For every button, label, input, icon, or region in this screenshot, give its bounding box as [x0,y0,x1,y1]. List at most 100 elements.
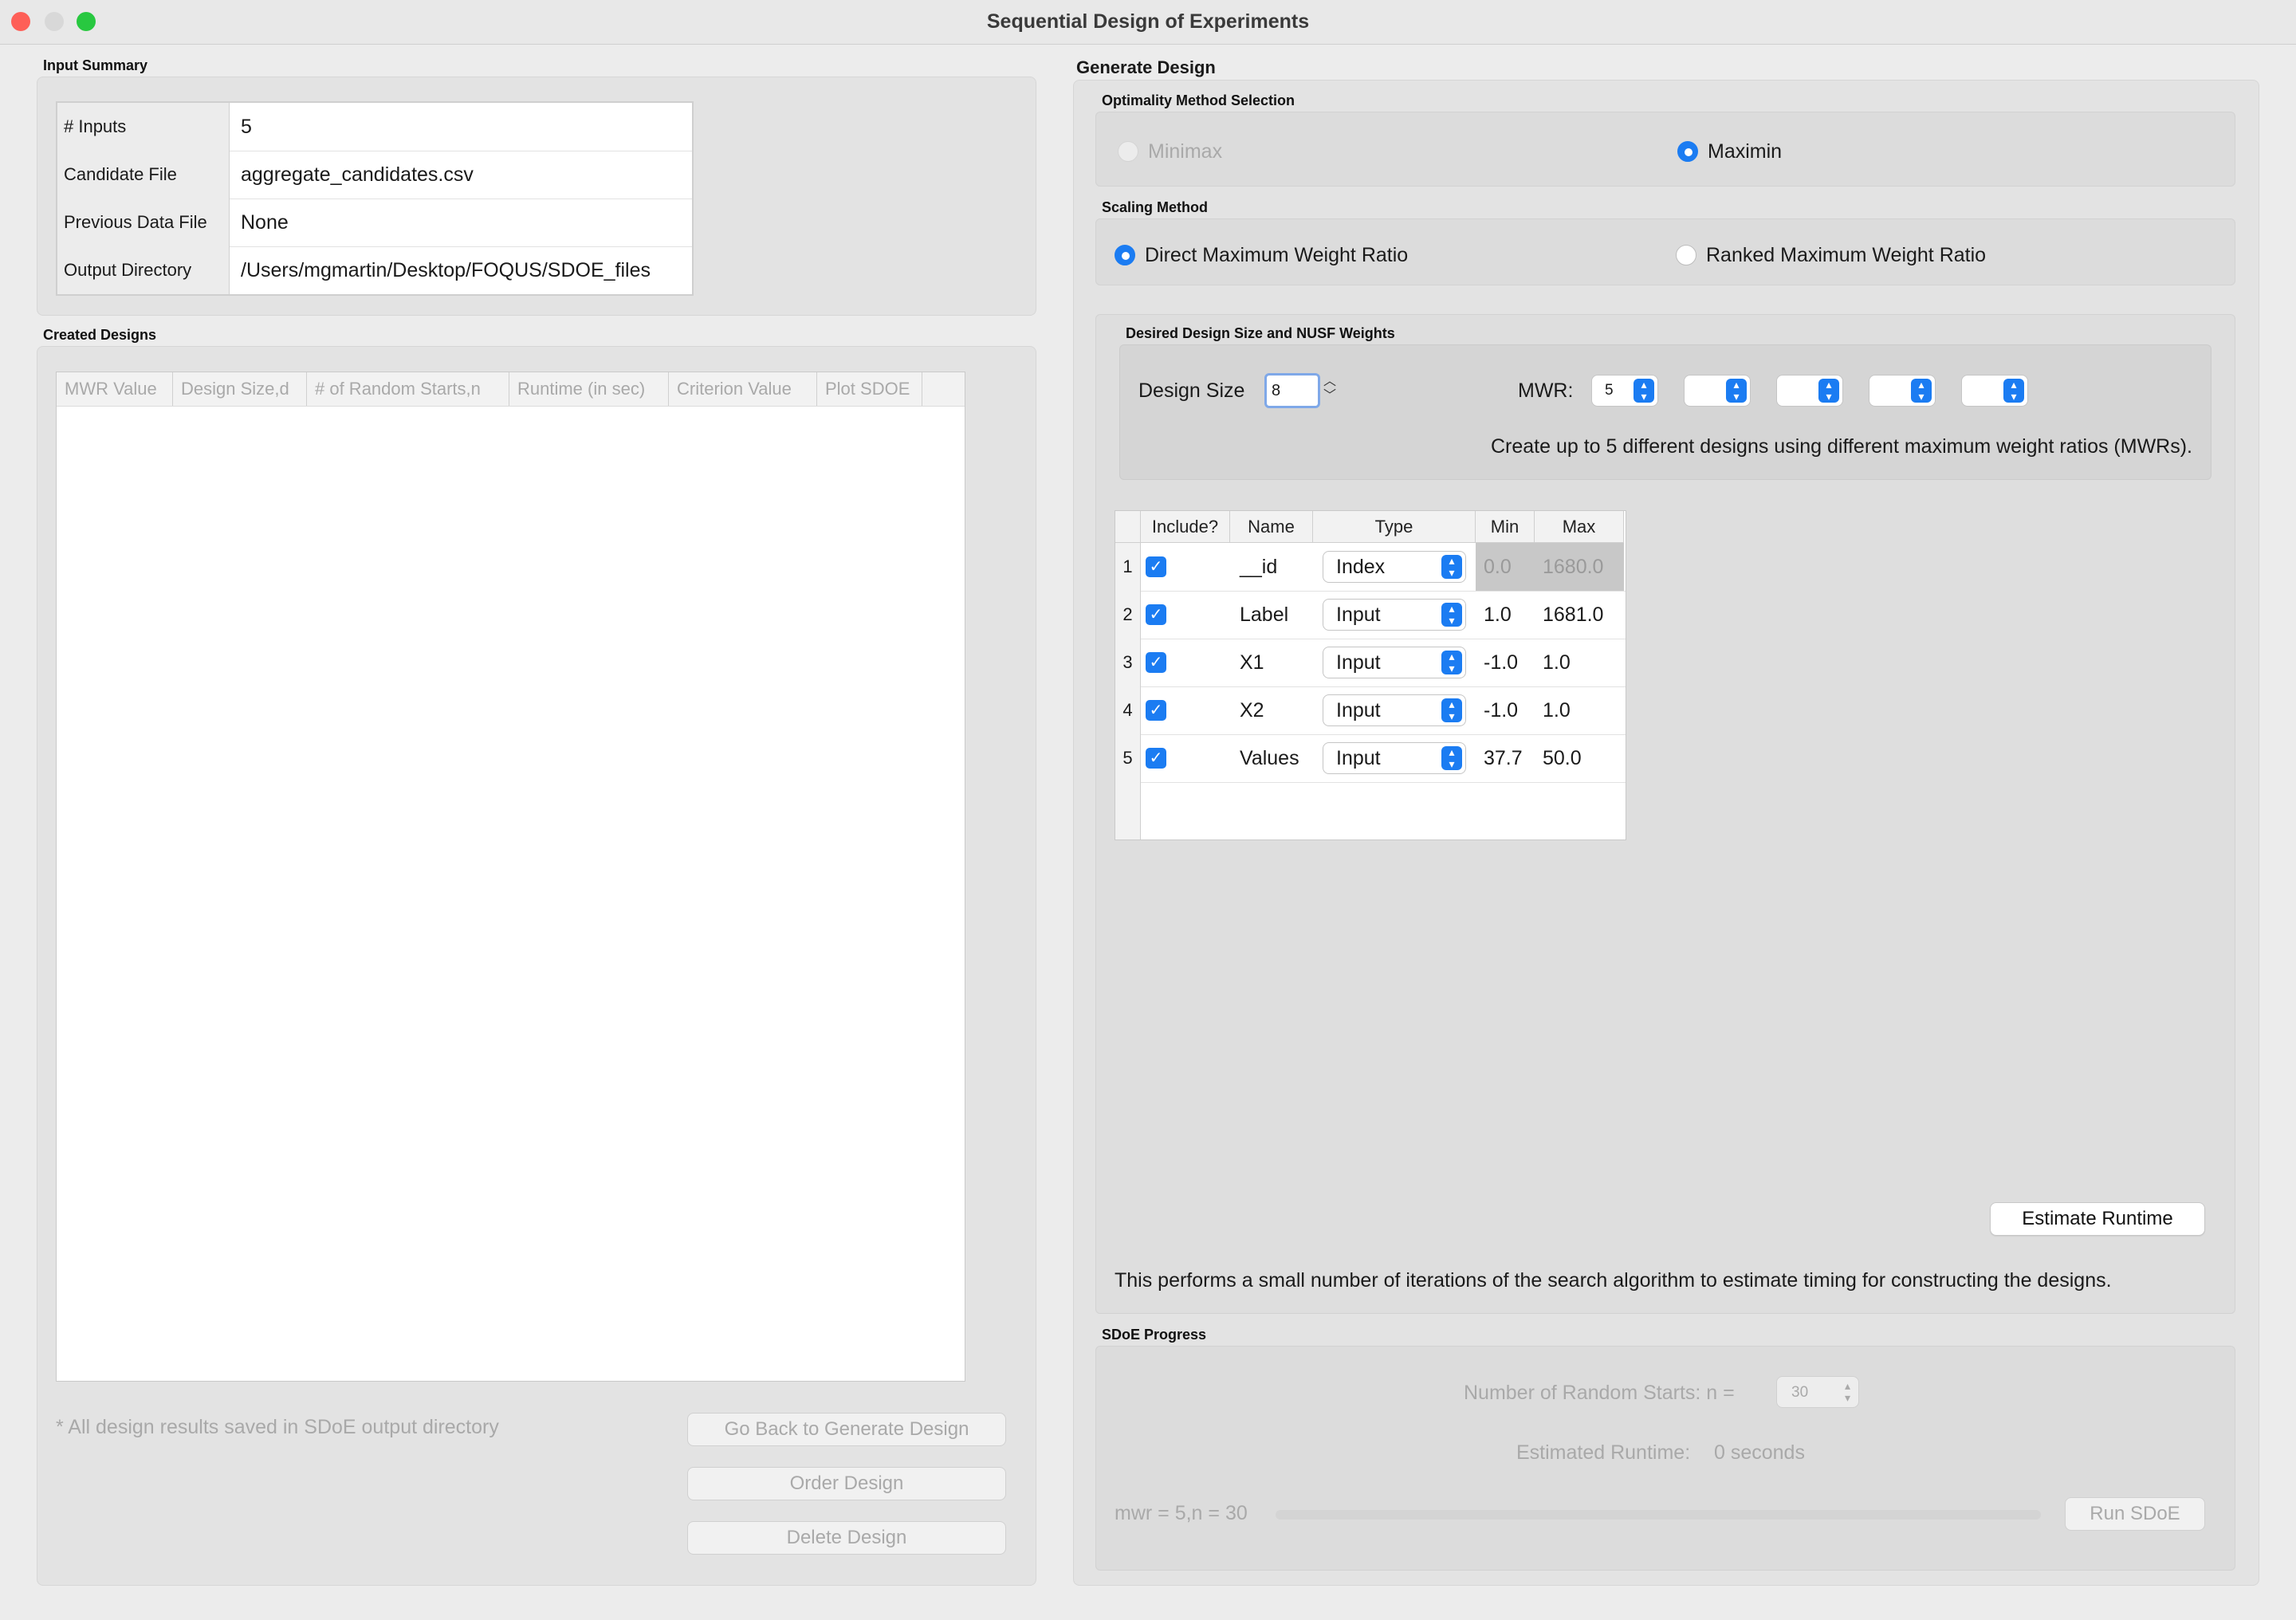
ranked-mwr-radio[interactable] [1676,245,1696,265]
col-runtime[interactable]: Runtime (in sec) [509,372,669,406]
design-size-stepper[interactable]: ︿ ﹀ [1323,375,1336,403]
maximin-label: Maximin [1708,140,1783,163]
chevron-updown-icon: ▴ ▾ [1911,379,1932,403]
variable-max[interactable]: 1.0 [1543,639,1571,686]
summary-value[interactable]: None [241,199,289,246]
type-select[interactable]: Input ▴ ▾ [1323,647,1466,678]
variable-name[interactable]: X2 [1240,686,1264,734]
mwr-select-4[interactable]: ▴ ▾ [1869,375,1936,407]
summary-value[interactable]: aggregate_candidates.csv [241,151,474,199]
estimated-runtime-label: Estimated Runtime: [1516,1441,1691,1464]
design-size-panel [1119,344,2211,480]
summary-row-inputs: # Inputs 5 [57,103,692,151]
summary-value[interactable]: /Users/mgmartin/Desktop/FOQUS/SDOE_files [241,246,651,294]
variable-name[interactable]: Values [1240,734,1299,782]
include-checkbox[interactable]: ✓ [1146,604,1166,625]
go-back-to-generate-design-button[interactable]: Go Back to Generate Design [687,1413,1006,1446]
estimated-runtime-value: 0 seconds [1714,1441,1805,1464]
col-min[interactable]: Min [1476,511,1535,543]
window-title: Sequential Design of Experiments [986,10,1310,33]
row-number: 4 [1115,686,1141,734]
col-design-size[interactable]: Design Size,d [173,372,307,406]
col-name[interactable]: Name [1230,511,1313,543]
type-select[interactable]: Input ▴ ▾ [1323,694,1466,726]
run-sdoe-button[interactable]: Run SDoE [2065,1497,2205,1531]
type-select-value: Index [1336,556,1386,578]
mwr-select-1[interactable]: 5 ▴ ▾ [1591,375,1658,407]
row-number: 2 [1115,591,1141,639]
type-select[interactable]: Input ▴ ▾ [1323,742,1466,774]
minimax-radio[interactable] [1118,141,1138,162]
chevron-updown-icon: ▴ ▾ [2003,379,2024,403]
variable-row: 5 ✓ Values Input ▴ ▾ 37.7 50.0 [1115,734,1626,783]
minimax-label: Minimax [1148,140,1223,163]
mwr-select-2[interactable]: ▴ ▾ [1684,375,1751,407]
mwr-select-1-value: 5 [1605,382,1614,399]
chevron-updown-icon: ▴ ▾ [1441,746,1462,770]
summary-key: Output Directory [57,246,230,294]
col-include[interactable]: Include? [1141,511,1230,543]
order-design-button[interactable]: Order Design [687,1467,1006,1500]
direct-mwr-label: Direct Maximum Weight Ratio [1145,244,1409,266]
optimality-title: Optimality Method Selection [1102,92,1295,108]
variable-max: 1680.0 [1535,543,1624,591]
col-type[interactable]: Type [1313,511,1476,543]
variable-min[interactable]: 1.0 [1484,591,1512,639]
type-select[interactable]: Input ▴ ▾ [1323,599,1466,631]
include-checkbox[interactable]: ✓ [1146,556,1166,577]
variable-max[interactable]: 50.0 [1543,734,1582,782]
variable-name[interactable]: X1 [1240,639,1264,686]
variable-name[interactable]: Label [1240,591,1288,639]
maximin-radio[interactable] [1677,141,1698,162]
row-number: 1 [1115,543,1141,591]
optimality-group [1095,112,2235,187]
direct-mwr-radio[interactable] [1115,245,1135,265]
delete-design-button[interactable]: Delete Design [687,1521,1006,1555]
summary-row-previous-data-file: Previous Data File None [57,199,692,247]
chevron-updown-icon: ▴ ▾ [1441,698,1462,722]
ranked-mwr-label: Ranked Maximum Weight Ratio [1706,244,1987,266]
summary-row-output-directory: Output Directory /Users/mgmartin/Desktop… [57,246,692,294]
summary-value[interactable]: 5 [241,103,252,151]
chevron-updown-icon: ▴ ▾ [1441,555,1462,579]
col-criterion-value[interactable]: Criterion Value [669,372,817,406]
variable-max[interactable]: 1.0 [1543,686,1571,734]
type-select-value: Input [1336,604,1381,626]
progress-bar [1276,1510,2041,1520]
variables-table: Include? Name Type Min Max 1 ✓ __id Inde… [1115,510,1626,840]
random-starts-select[interactable]: 30 ▴ ▾ [1776,1376,1859,1408]
input-summary-table: # Inputs 5 Candidate File aggregate_cand… [56,101,694,296]
col-max[interactable]: Max [1535,511,1624,543]
scaling-title: Scaling Method [1102,199,1209,215]
variable-min: 0.0 [1476,543,1535,591]
chevron-updown-icon: ▴ ▾ [1441,651,1462,674]
variable-min[interactable]: -1.0 [1484,639,1518,686]
mwr-select-5[interactable]: ▴ ▾ [1961,375,2028,407]
variable-row: 2 ✓ Label Input ▴ ▾ 1.0 1681.0 [1115,591,1626,639]
include-checkbox[interactable]: ✓ [1146,748,1166,769]
col-plot-sdoe[interactable]: Plot SDOE [817,372,922,406]
estimate-runtime-button[interactable]: Estimate Runtime [1990,1202,2205,1236]
variable-min[interactable]: -1.0 [1484,686,1518,734]
variable-row: 1 ✓ __id Index ▴ ▾ 0.0 1680.0 [1115,543,1626,592]
include-checkbox[interactable]: ✓ [1146,700,1166,721]
col-random-starts[interactable]: # of Random Starts,n [307,372,509,406]
variable-row: 3 ✓ X1 Input ▴ ▾ -1.0 1.0 [1115,639,1626,687]
input-summary-title: Input Summary [43,57,148,73]
summary-key: Previous Data File [57,199,230,246]
progress-status: mwr = 5,n = 30 [1115,1502,1248,1524]
col-mwr-value[interactable]: MWR Value [57,372,173,406]
type-select[interactable]: Index ▴ ▾ [1323,551,1466,583]
mwr-select-3[interactable]: ▴ ▾ [1776,375,1843,407]
random-starts-value: 30 [1791,1384,1809,1401]
include-checkbox[interactable]: ✓ [1146,652,1166,673]
row-number: 5 [1115,734,1141,782]
variable-name[interactable]: __id [1240,543,1277,591]
nusf-title: Desired Design Size and NUSF Weights [1126,325,1395,341]
created-designs-table[interactable]: MWR Value Design Size,d # of Random Star… [56,372,965,1382]
chevron-updown-icon: ▴ ▾ [1726,379,1747,403]
design-size-input[interactable]: 8 [1264,373,1320,408]
variable-max[interactable]: 1681.0 [1543,591,1603,639]
variable-min[interactable]: 37.7 [1484,734,1523,782]
row-number: 3 [1115,639,1141,686]
